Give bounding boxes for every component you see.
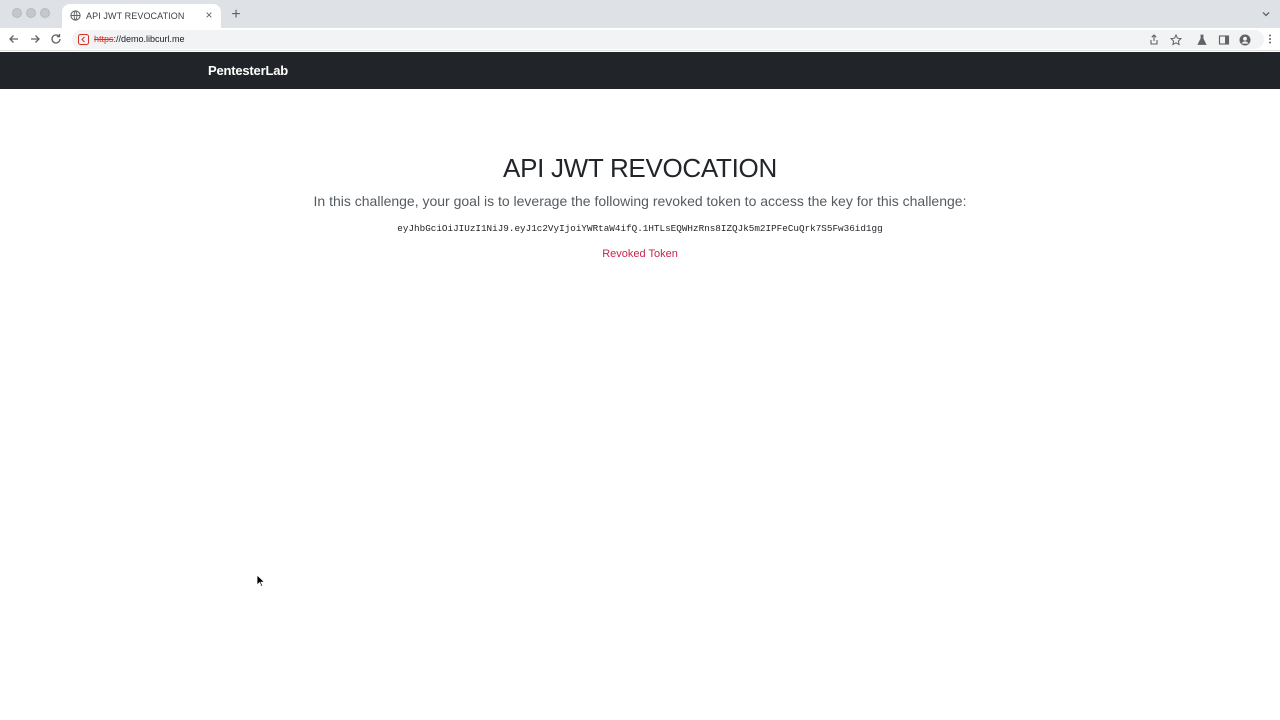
address-bar[interactable]: https://demo.libcurl.me <box>72 30 1264 49</box>
chevron-down-icon[interactable] <box>1261 9 1271 19</box>
reload-icon[interactable] <box>50 33 62 45</box>
not-secure-icon[interactable] <box>78 34 89 45</box>
window-minimize-button[interactable] <box>26 8 36 18</box>
back-arrow-icon[interactable] <box>8 33 20 45</box>
browser-tab-active[interactable]: API JWT REVOCATION × <box>62 4 221 28</box>
tab-title: API JWT REVOCATION <box>86 11 185 21</box>
url-text[interactable]: https://demo.libcurl.me <box>94 34 185 44</box>
browser-tab-strip: API JWT REVOCATION × + <box>0 0 1280 28</box>
site-navbar: PentesterLab <box>0 52 1280 89</box>
profile-avatar-icon[interactable] <box>1239 34 1251 46</box>
bookmark-star-icon[interactable] <box>1170 34 1182 46</box>
mouse-cursor-icon <box>256 574 266 588</box>
browser-toolbar: https://demo.libcurl.me <box>0 28 1280 51</box>
revoked-jwt-token: eyJhbGciOiJIUzI1NiJ9.eyJ1c2VyIjoiYWRtaW4… <box>397 223 883 234</box>
close-tab-icon[interactable]: × <box>203 9 215 21</box>
share-icon[interactable] <box>1148 34 1160 46</box>
window-close-button[interactable] <box>12 8 22 18</box>
page-title: API JWT REVOCATION <box>503 153 777 183</box>
challenge-description: In this challenge, your goal is to lever… <box>313 193 967 209</box>
labs-flask-icon[interactable] <box>1196 34 1208 46</box>
url-host: ://demo.libcurl.me <box>113 34 185 44</box>
globe-icon <box>70 10 81 21</box>
new-tab-icon[interactable]: + <box>229 7 243 23</box>
url-scheme: https <box>94 34 114 44</box>
browser-menu-icon[interactable] <box>1264 33 1276 45</box>
window-zoom-button[interactable] <box>40 8 50 18</box>
brand-logo[interactable]: PentesterLab <box>208 63 288 78</box>
side-panel-icon[interactable] <box>1218 34 1230 46</box>
revoked-token-link[interactable]: Revoked Token <box>0 248 1280 260</box>
forward-arrow-icon[interactable] <box>29 33 41 45</box>
